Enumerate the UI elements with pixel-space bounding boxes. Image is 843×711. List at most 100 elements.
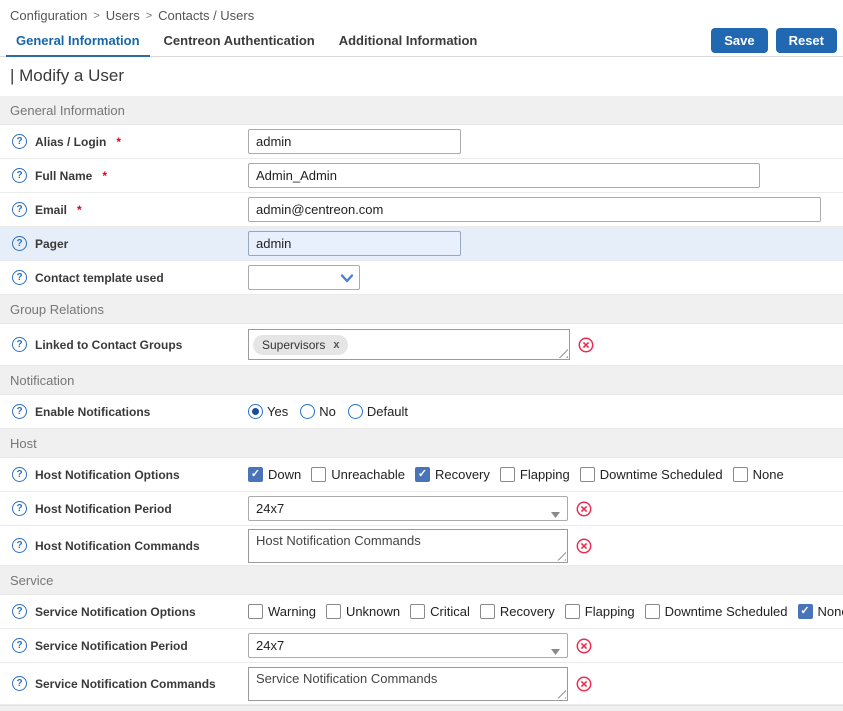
row-pager: Pager — [0, 227, 843, 261]
checkbox-service-warning[interactable]: Warning — [248, 604, 316, 619]
chip-remove-icon[interactable]: x — [333, 339, 339, 351]
contact-group-chip: Supervisors x — [253, 335, 348, 355]
chevron-down-icon — [340, 271, 354, 288]
radio-no[interactable]: No — [300, 404, 336, 419]
form-actions: Save Reset — [711, 28, 837, 53]
save-button[interactable]: Save — [711, 28, 767, 53]
contact-groups-input[interactable]: Supervisors x — [248, 329, 570, 360]
help-icon[interactable] — [12, 404, 27, 419]
contact-template-label: Contact template used — [35, 271, 164, 285]
contact-template-select[interactable] — [248, 265, 360, 290]
breadcrumb-contacts-users[interactable]: Contacts / Users — [158, 8, 254, 23]
checkbox-host-down[interactable]: Down — [248, 467, 301, 482]
service-period-select[interactable]: 24x7 — [248, 633, 568, 658]
checkbox-host-downtime-scheduled[interactable]: Downtime Scheduled — [580, 467, 723, 482]
host-period-label: Host Notification Period — [35, 502, 172, 516]
row-service-notification-options: Service Notification Options Warning Unk… — [0, 595, 843, 629]
help-icon[interactable] — [12, 538, 27, 553]
help-icon[interactable] — [12, 337, 27, 352]
checkbox-service-critical[interactable]: Critical — [410, 604, 470, 619]
chip-label: Supervisors — [262, 338, 325, 352]
page-title: | Modify a User — [0, 57, 843, 96]
checkbox-service-downtime-scheduled[interactable]: Downtime Scheduled — [645, 604, 788, 619]
checkbox-host-unreachable[interactable]: Unreachable — [311, 467, 405, 482]
tab-general-information[interactable]: General Information — [4, 27, 152, 56]
checkbox-icon — [798, 604, 813, 619]
host-commands-input[interactable]: Host Notification Commands — [248, 529, 568, 563]
breadcrumb: Configuration > Users > Contacts / Users — [0, 0, 843, 27]
help-icon[interactable] — [12, 676, 27, 691]
section-group-relations: Group Relations — [0, 295, 843, 324]
row-email: Email * — [0, 193, 843, 227]
section-general-information: General Information — [0, 96, 843, 125]
checkbox-service-unknown[interactable]: Unknown — [326, 604, 400, 619]
radio-default[interactable]: Default — [348, 404, 408, 419]
pager-input[interactable] — [248, 231, 461, 256]
row-contact-template: Contact template used — [0, 261, 843, 295]
caret-down-icon — [551, 643, 560, 658]
row-host-notification-period: Host Notification Period 24x7 — [0, 492, 843, 526]
checkbox-icon — [410, 604, 425, 619]
row-full-name: Full Name * — [0, 159, 843, 193]
clear-icon[interactable] — [576, 538, 592, 554]
help-icon[interactable] — [12, 202, 27, 217]
breadcrumb-configuration[interactable]: Configuration — [10, 8, 87, 23]
host-options-label: Host Notification Options — [35, 468, 180, 482]
pager-label: Pager — [35, 237, 68, 251]
radio-yes[interactable]: Yes — [248, 404, 288, 419]
help-icon[interactable] — [12, 134, 27, 149]
help-icon[interactable] — [12, 270, 27, 285]
resize-handle[interactable] — [556, 689, 566, 699]
caret-down-icon — [551, 506, 560, 521]
help-icon[interactable] — [12, 638, 27, 653]
checkbox-icon — [500, 467, 515, 482]
row-service-notification-commands: Service Notification Commands Service No… — [0, 663, 843, 705]
alias-login-input[interactable] — [248, 129, 461, 154]
help-icon[interactable] — [12, 236, 27, 251]
checkbox-host-recovery[interactable]: Recovery — [415, 467, 490, 482]
email-input[interactable] — [248, 197, 821, 222]
radio-icon — [300, 404, 315, 419]
row-contact-groups: Linked to Contact Groups Supervisors x — [0, 324, 843, 366]
row-alias-login: Alias / Login * — [0, 125, 843, 159]
service-period-label: Service Notification Period — [35, 639, 188, 653]
reset-button[interactable]: Reset — [776, 28, 837, 53]
clear-icon[interactable] — [576, 676, 592, 692]
help-icon[interactable] — [12, 501, 27, 516]
section-service: Service — [0, 566, 843, 595]
tab-additional-information[interactable]: Additional Information — [327, 27, 490, 56]
tab-centreon-authentication[interactable]: Centreon Authentication — [152, 27, 327, 56]
help-icon[interactable] — [12, 604, 27, 619]
breadcrumb-separator: > — [93, 10, 99, 22]
required-asterisk: * — [77, 203, 82, 217]
clear-icon[interactable] — [576, 501, 592, 517]
resize-handle[interactable] — [556, 551, 566, 561]
checkbox-host-none[interactable]: None — [733, 467, 784, 482]
checkbox-host-flapping[interactable]: Flapping — [500, 467, 570, 482]
required-asterisk: * — [116, 135, 121, 149]
service-commands-value: Service Notification Commands — [256, 671, 437, 686]
resize-handle[interactable] — [558, 348, 568, 358]
enable-notifications-label: Enable Notifications — [35, 405, 150, 419]
checkbox-service-flapping[interactable]: Flapping — [565, 604, 635, 619]
section-notification: Notification — [0, 366, 843, 395]
checkbox-icon — [480, 604, 495, 619]
clear-icon[interactable] — [576, 638, 592, 654]
checkbox-icon — [311, 467, 326, 482]
full-name-input[interactable] — [248, 163, 760, 188]
full-name-label: Full Name — [35, 169, 92, 183]
help-icon[interactable] — [12, 168, 27, 183]
clear-icon[interactable] — [578, 337, 594, 353]
help-icon[interactable] — [12, 467, 27, 482]
next-section-edge — [0, 705, 843, 711]
breadcrumb-users[interactable]: Users — [106, 8, 140, 23]
contact-groups-label: Linked to Contact Groups — [35, 338, 182, 352]
host-period-select[interactable]: 24x7 — [248, 496, 568, 521]
service-commands-input[interactable]: Service Notification Commands — [248, 667, 568, 701]
row-service-notification-period: Service Notification Period 24x7 — [0, 629, 843, 663]
row-enable-notifications: Enable Notifications Yes No Default — [0, 395, 843, 429]
checkbox-service-none[interactable]: None — [798, 604, 843, 619]
row-host-notification-commands: Host Notification Commands Host Notifica… — [0, 526, 843, 566]
section-host: Host — [0, 429, 843, 458]
checkbox-service-recovery[interactable]: Recovery — [480, 604, 555, 619]
